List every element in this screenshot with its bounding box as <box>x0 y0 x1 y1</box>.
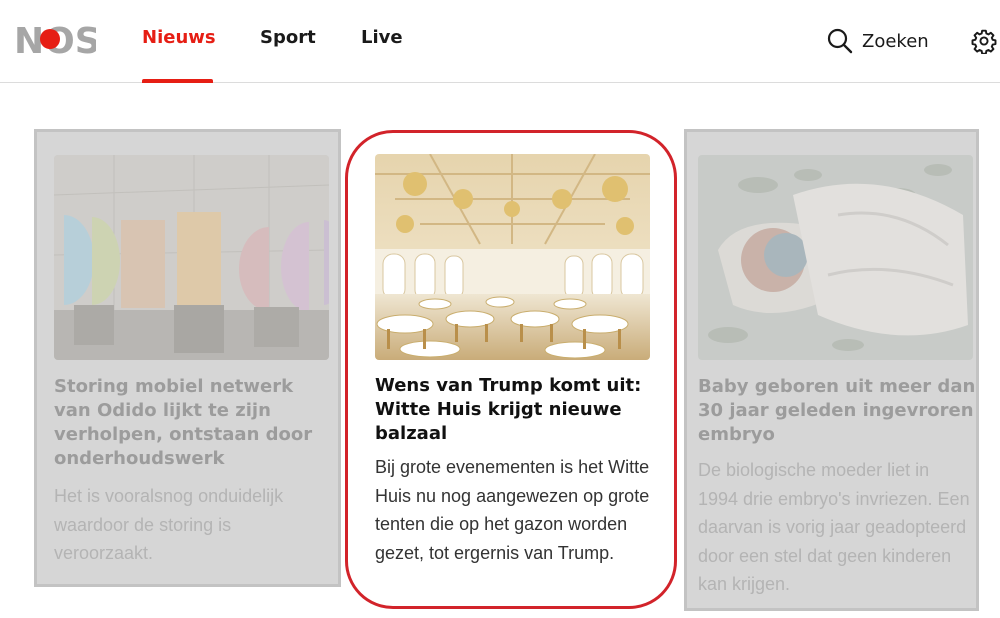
nav-item-nieuws[interactable]: Nieuws <box>142 27 216 48</box>
search-icon <box>827 28 853 54</box>
article-card-witte-huis[interactable]: Wens van Trump komt uit: Witte Huis krij… <box>348 129 674 605</box>
search-label: Zoeken <box>862 30 929 52</box>
search-button[interactable]: Zoeken <box>826 26 929 56</box>
card-title[interactable]: Baby geboren uit meer dan 30 jaar gelede… <box>698 375 978 447</box>
nos-logo[interactable]: NOS <box>14 20 96 58</box>
card-description: Bij grote evenementen is het Witte Huis … <box>375 457 650 563</box>
nav-item-live[interactable]: Live <box>361 27 403 48</box>
nav-item-sport[interactable]: Sport <box>260 27 316 48</box>
swaddled-baby-image <box>698 155 973 360</box>
card-description: Het is vooralsnog onduidelijk waardoor d… <box>54 486 284 563</box>
card-description: De biologische moeder liet in 1994 drie … <box>698 460 970 594</box>
ballroom-rendering-image <box>375 154 650 360</box>
odido-logo-letters-image <box>54 155 329 360</box>
card-title[interactable]: Storing mobiel netwerk van Odido lijkt t… <box>54 375 334 471</box>
site-header: NOS Nieuws Sport Live Zoeken <box>0 0 1000 83</box>
article-card-odido[interactable]: Storing mobiel netwerk van Odido lijkt t… <box>34 129 341 587</box>
article-card-embryo[interactable]: Baby geboren uit meer dan 30 jaar gelede… <box>684 129 979 611</box>
gear-icon[interactable] <box>971 28 997 54</box>
active-nav-indicator <box>142 79 213 83</box>
card-title[interactable]: Wens van Trump komt uit: Witte Huis krij… <box>375 374 665 446</box>
